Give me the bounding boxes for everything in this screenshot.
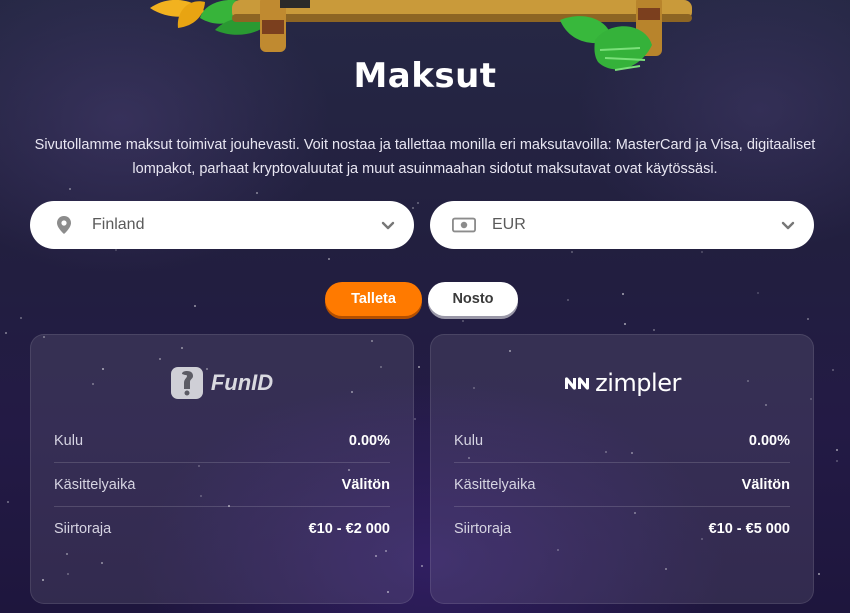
fee-label: Kulu bbox=[54, 432, 84, 449]
star-dot bbox=[807, 318, 809, 320]
payment-method-card-zimpler: zimpler Kulu 0.00% Käsittelyaika Välitön… bbox=[430, 334, 814, 604]
star-dot bbox=[567, 299, 569, 301]
star-dot bbox=[836, 449, 838, 451]
processing-time-label: Käsittelyaika bbox=[454, 476, 536, 493]
processing-time-value: Välitön bbox=[341, 476, 390, 493]
star-dot bbox=[412, 207, 414, 209]
processing-time-row: Käsittelyaika Välitön bbox=[454, 463, 790, 507]
star-dot bbox=[20, 317, 22, 319]
funid-logo-text: FunID bbox=[210, 370, 274, 395]
star-dot bbox=[624, 323, 626, 325]
funid-logo: FunID bbox=[31, 365, 413, 401]
processing-time-row: Käsittelyaika Välitön bbox=[54, 463, 390, 507]
fee-row: Kulu 0.00% bbox=[454, 419, 790, 463]
payments-intro-text: Sivutollamme maksut toimivat jouhevasti.… bbox=[34, 137, 816, 177]
transfer-limit-row: Siirtoraja €10 - €5 000 bbox=[454, 507, 790, 551]
star-dot bbox=[115, 249, 117, 251]
star-dot bbox=[5, 332, 7, 334]
star-dot bbox=[818, 573, 820, 575]
star-dot bbox=[69, 188, 71, 190]
transfer-limit-value: €10 - €5 000 bbox=[708, 521, 790, 537]
payment-method-card-funid: FunID Kulu 0.00% Käsittelyaika Välitön S… bbox=[30, 334, 414, 604]
star-dot bbox=[7, 501, 9, 503]
processing-time-label: Käsittelyaika bbox=[54, 476, 136, 493]
chevron-down-icon bbox=[381, 221, 395, 230]
processing-time-value: Välitön bbox=[741, 476, 790, 493]
country-select[interactable]: Finland bbox=[30, 201, 414, 249]
chevron-down-icon bbox=[781, 221, 795, 230]
tab-withdraw[interactable]: Nosto bbox=[428, 282, 518, 316]
star-dot bbox=[653, 329, 655, 331]
transfer-limit-row: Siirtoraja €10 - €2 000 bbox=[54, 507, 390, 551]
location-pin-icon bbox=[52, 215, 76, 235]
star-dot bbox=[571, 251, 573, 253]
currency-select[interactable]: EUR bbox=[430, 201, 814, 249]
page-title: Maksut bbox=[353, 56, 497, 96]
star-dot bbox=[701, 251, 703, 253]
star-dot bbox=[421, 565, 423, 567]
star-dot bbox=[757, 292, 759, 294]
fee-value: 0.00% bbox=[348, 432, 390, 449]
star-dot bbox=[462, 320, 464, 322]
currency-select-value: EUR bbox=[492, 216, 526, 233]
fee-value: 0.00% bbox=[748, 432, 790, 449]
star-dot bbox=[832, 369, 834, 371]
funid-badge-icon bbox=[170, 367, 203, 399]
zimpler-logo-text: zimpler bbox=[595, 369, 681, 397]
star-dot bbox=[328, 258, 330, 260]
star-dot bbox=[256, 192, 258, 194]
star-dot bbox=[414, 418, 416, 420]
zimpler-logo: zimpler bbox=[431, 365, 813, 401]
zimpler-mark-icon bbox=[565, 377, 590, 390]
transfer-limit-label: Siirtoraja bbox=[54, 521, 112, 537]
star-dot bbox=[622, 293, 624, 295]
banknote-icon bbox=[452, 215, 476, 235]
star-dot bbox=[194, 305, 196, 307]
country-select-value: Finland bbox=[92, 216, 145, 233]
transfer-limit-value: €10 - €2 000 bbox=[308, 521, 390, 537]
star-dot bbox=[418, 366, 420, 368]
tab-deposit[interactable]: Talleta bbox=[325, 282, 422, 316]
star-dot bbox=[836, 460, 838, 462]
star-dot bbox=[417, 202, 419, 204]
transfer-limit-label: Siirtoraja bbox=[454, 521, 512, 537]
fee-label: Kulu bbox=[454, 432, 484, 449]
fee-row: Kulu 0.00% bbox=[54, 419, 390, 463]
